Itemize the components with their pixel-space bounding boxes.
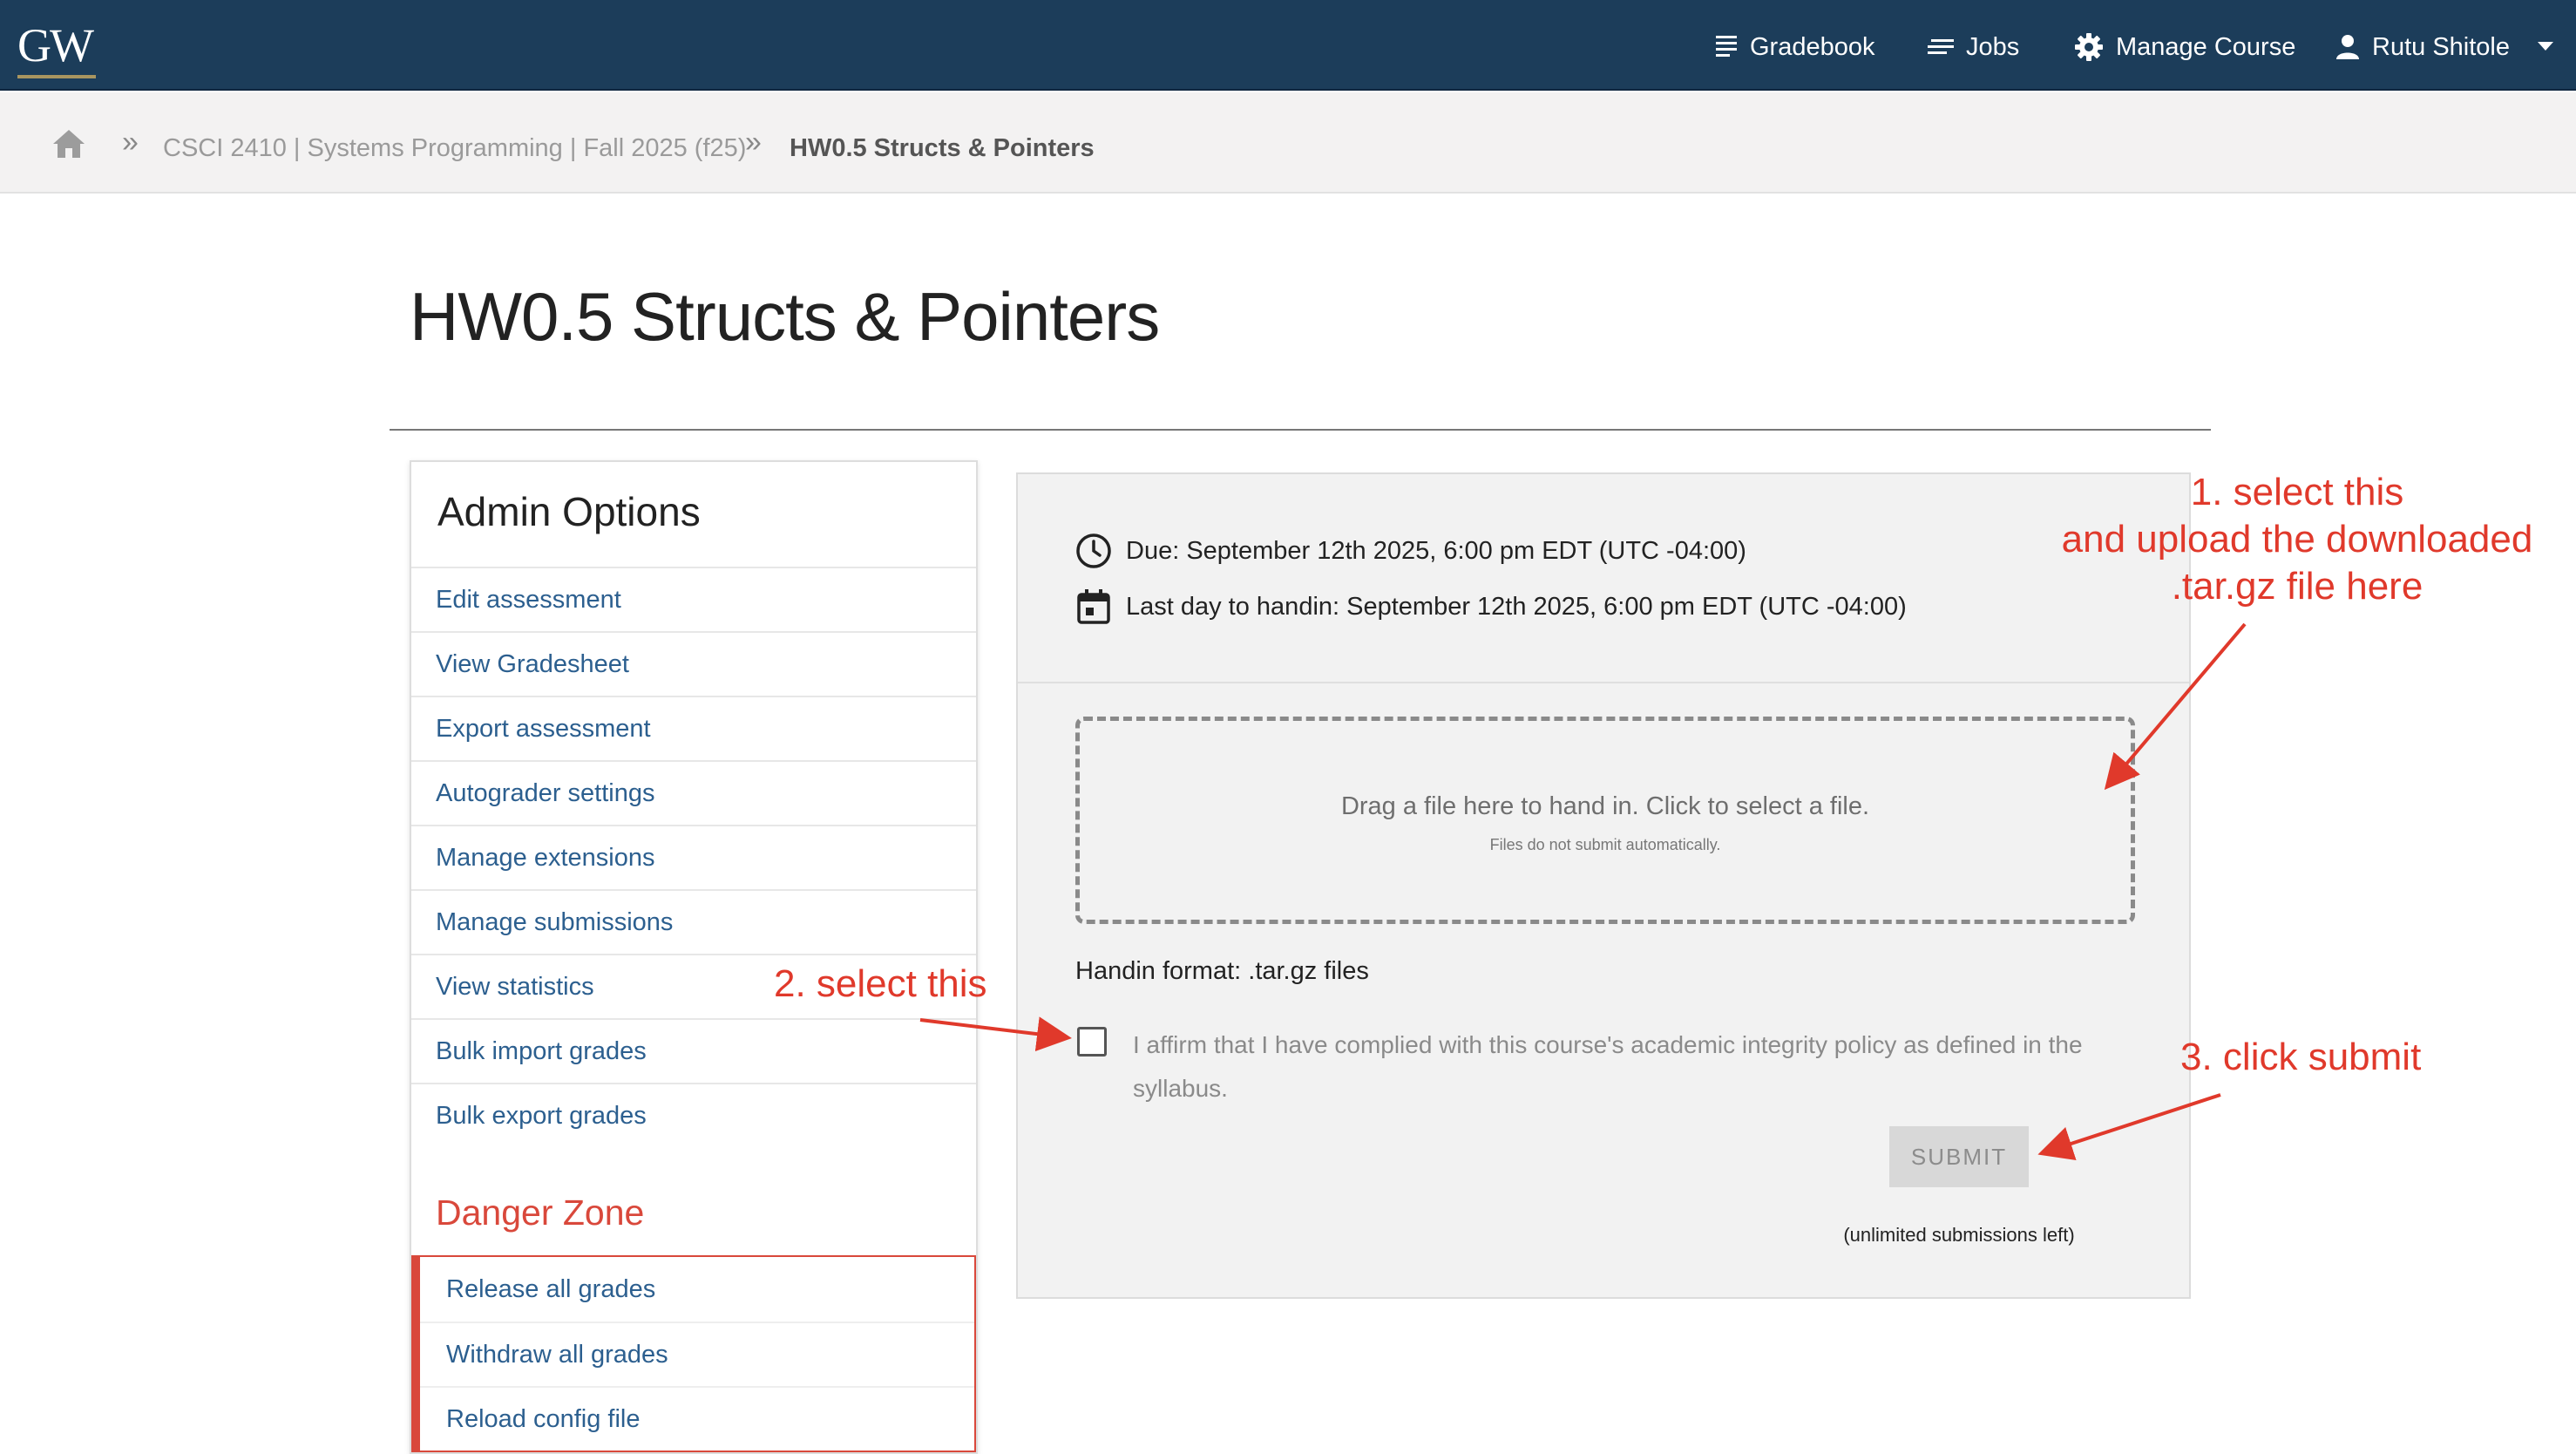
breadcrumb-current: HW0.5 Structs & Pointers bbox=[790, 134, 1095, 162]
submit-button[interactable]: SUBMIT bbox=[1889, 1126, 2029, 1187]
dropzone-instructions: Drag a file here to hand in. Click to se… bbox=[1340, 792, 1870, 820]
annotation-step-1-line-1: 1. select this bbox=[2190, 471, 2404, 513]
title-divider bbox=[390, 429, 2211, 431]
clock-icon bbox=[1076, 533, 1111, 568]
admin-export-assessment[interactable]: Export assessment bbox=[411, 696, 976, 760]
nav-gradebook-label: Gradebook bbox=[1750, 32, 1875, 61]
integrity-checkbox[interactable] bbox=[1077, 1027, 1107, 1057]
danger-zone-title: Danger Zone bbox=[436, 1192, 645, 1233]
nav-user-name: Rutu Shitole bbox=[2372, 32, 2510, 61]
logo-text: GW bbox=[17, 19, 94, 71]
top-navbar: GW Gradebook Jobs Manage Course Rutu Shi… bbox=[0, 0, 2576, 91]
gear-icon bbox=[2075, 33, 2103, 61]
gw-logo[interactable]: GW bbox=[17, 21, 96, 78]
annotation-step-1-line-3: .tar.gz file here bbox=[2171, 565, 2423, 608]
logo-underline bbox=[17, 75, 96, 78]
due-date-row: Due: September 12th 2025, 6:00 pm EDT (U… bbox=[1075, 530, 1746, 572]
danger-reload-config-file[interactable]: Reload config file bbox=[420, 1386, 974, 1451]
danger-release-all-grades[interactable]: Release all grades bbox=[420, 1257, 974, 1322]
breadcrumb-separator: » bbox=[122, 126, 139, 159]
admin-options-panel: Admin Options Edit assessment View Grade… bbox=[410, 460, 978, 1454]
nav-jobs-label: Jobs bbox=[1966, 32, 2020, 61]
nav-manage-course-label: Manage Course bbox=[2116, 32, 2296, 61]
nav-user-menu[interactable]: Rutu Shitole bbox=[2335, 26, 2510, 68]
last-day-text: Last day to handin: September 12th 2025,… bbox=[1126, 592, 1907, 621]
danger-zone-list: Release all grades Withdraw all grades R… bbox=[411, 1255, 976, 1452]
lines-icon bbox=[1928, 39, 1954, 54]
calendar-icon bbox=[1077, 589, 1110, 624]
nav-manage-course[interactable]: Manage Course bbox=[2074, 26, 2295, 68]
integrity-affirm-label: I affirm that I have complied with this … bbox=[1133, 1031, 2083, 1102]
file-dropzone[interactable]: Drag a file here to hand in. Click to se… bbox=[1075, 717, 2135, 924]
submission-card: Due: September 12th 2025, 6:00 pm EDT (U… bbox=[1016, 472, 2191, 1299]
breadcrumb: » CSCI 2410 | Systems Programming | Fall… bbox=[0, 92, 2576, 194]
breadcrumb-separator: » bbox=[745, 126, 762, 159]
due-date-text: Due: September 12th 2025, 6:00 pm EDT (U… bbox=[1126, 536, 1746, 565]
dropzone-note: Files do not submit automatically. bbox=[1489, 836, 1721, 853]
submission-card-header: Due: September 12th 2025, 6:00 pm EDT (U… bbox=[1018, 474, 2189, 683]
admin-view-gradesheet[interactable]: View Gradesheet bbox=[411, 631, 976, 696]
breadcrumb-course-link[interactable]: CSCI 2410 | Systems Programming | Fall 2… bbox=[163, 134, 746, 163]
caret-down-icon[interactable] bbox=[2532, 33, 2559, 59]
admin-manage-extensions[interactable]: Manage extensions bbox=[411, 825, 976, 889]
admin-autograder-settings[interactable]: Autograder settings bbox=[411, 760, 976, 825]
admin-manage-submissions[interactable]: Manage submissions bbox=[411, 889, 976, 954]
page-title: HW0.5 Structs & Pointers bbox=[410, 278, 1160, 355]
annotation-step-1-line-2: and upload the downloaded bbox=[2061, 518, 2533, 561]
nav-jobs[interactable]: Jobs bbox=[1928, 26, 2019, 68]
annotation-step-3: 3. click submit bbox=[2180, 1036, 2422, 1078]
admin-bulk-export-grades[interactable]: Bulk export grades bbox=[411, 1083, 976, 1147]
annotation-step-2: 2. select this bbox=[774, 962, 987, 1005]
home-icon[interactable] bbox=[52, 129, 85, 163]
admin-options-title: Admin Options bbox=[437, 489, 701, 534]
submissions-left: (unlimited submissions left) bbox=[1843, 1224, 2075, 1246]
user-icon bbox=[2336, 35, 2359, 59]
list-icon bbox=[1716, 36, 1737, 57]
admin-options-list: Edit assessment View Gradesheet Export a… bbox=[411, 567, 976, 1147]
annotation-step-1: 1. select this and upload the downloaded… bbox=[2036, 469, 2559, 610]
danger-withdraw-all-grades[interactable]: Withdraw all grades bbox=[420, 1322, 974, 1386]
handin-format: Handin format: .tar.gz files bbox=[1075, 957, 1369, 985]
last-day-row: Last day to handin: September 12th 2025,… bbox=[1075, 586, 1907, 628]
admin-bulk-import-grades[interactable]: Bulk import grades bbox=[411, 1018, 976, 1083]
admin-edit-assessment[interactable]: Edit assessment bbox=[411, 567, 976, 631]
nav-gradebook[interactable]: Gradebook bbox=[1715, 26, 1875, 68]
